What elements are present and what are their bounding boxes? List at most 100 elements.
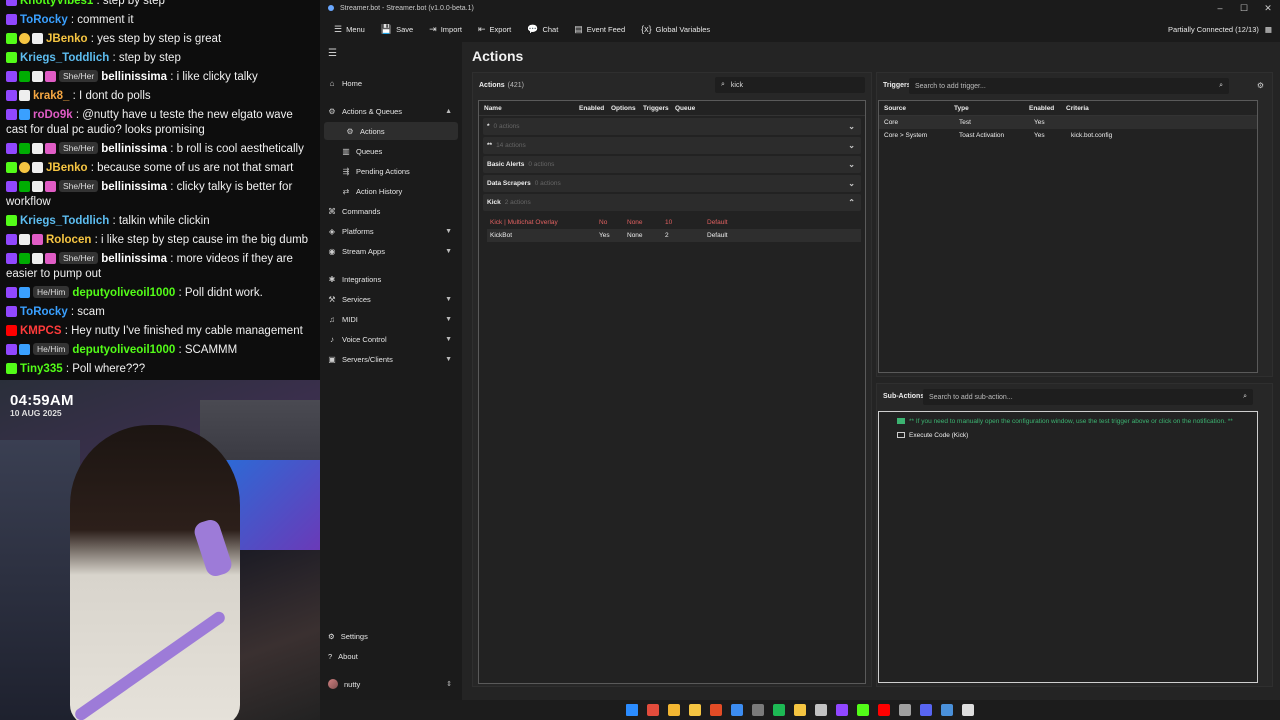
chat-feed: KnottyVibes1 : step by step ToRocky : com… <box>0 0 320 380</box>
taskbar-app-icon[interactable] <box>899 704 911 716</box>
col-queue[interactable]: Queue <box>675 105 715 112</box>
sidebar-item-midi[interactable]: ♫ MIDI ▼ <box>320 310 462 328</box>
taskbar-app-icon[interactable] <box>815 704 827 716</box>
taskbar-app-icon[interactable] <box>689 704 701 716</box>
chat-username[interactable]: roDo9k <box>33 109 73 121</box>
taskbar-app-icon[interactable] <box>647 704 659 716</box>
taskbar-app-icon[interactable] <box>941 704 953 716</box>
col-enabled[interactable]: Enabled <box>579 105 611 112</box>
sidebar-item-home[interactable]: ⌂ Home <box>320 74 462 92</box>
title-bar: Streamer.bot - Streamer.bot (v1.0.0-beta… <box>320 0 1280 16</box>
sidebar-item-stream-apps[interactable]: ◉ Stream Apps ▼ <box>320 242 462 260</box>
col-name[interactable]: Name <box>479 105 579 112</box>
chat-username[interactable]: Kriegs_Toddlich <box>20 52 109 64</box>
sidebar-item-pending-actions[interactable]: ⇶ Pending Actions <box>320 162 462 180</box>
trigger-row[interactable]: Core Test Yes <box>879 116 1257 129</box>
sidebar-item-voice-control[interactable]: ♪ Voice Control ▼ <box>320 330 462 348</box>
chat-username[interactable]: krak8_ <box>33 90 69 102</box>
sidebar-item-queues[interactable]: ▥ Queues <box>320 142 462 160</box>
chat-username[interactable]: bellinissima <box>101 181 167 193</box>
chat-username[interactable]: bellinissima <box>101 253 167 265</box>
taskbar-app-icon[interactable] <box>920 704 932 716</box>
minimize-button[interactable]: – <box>1208 3 1232 14</box>
badge-icon <box>6 90 17 101</box>
chat-username[interactable]: KMPCS <box>20 325 62 337</box>
sidebar-toggle-icon[interactable]: ☰ <box>328 48 337 59</box>
chat-username[interactable]: KnottyVibes1 <box>20 0 93 7</box>
table-row[interactable]: Kick | Multichat Overlay No None 10 Defa… <box>487 216 861 229</box>
sidebar-item-settings[interactable]: ⚙ Settings <box>320 627 462 645</box>
taskbar-app-icon[interactable] <box>710 704 722 716</box>
chevron-down-icon: ▼ <box>445 295 452 303</box>
settings-icon[interactable]: ⚙ <box>1257 81 1264 90</box>
taskbar-app-icon[interactable] <box>962 704 974 716</box>
trigger-search-input[interactable]: Search to add trigger... ⌕ <box>909 78 1229 94</box>
col-options[interactable]: Options <box>611 105 643 112</box>
connection-status[interactable]: Partially Connected (12/13) ▦ <box>1168 25 1280 34</box>
sidebar-item-services[interactable]: ⚒ Services ▼ <box>320 290 462 308</box>
sidebar-item-commands[interactable]: ⌘ Commands <box>320 202 462 220</box>
chat-username[interactable]: ToRocky <box>20 306 68 318</box>
sidebar-item-actions-queues[interactable]: ⚙ Actions & Queues ▲ <box>320 102 462 120</box>
chat-username[interactable]: Tiny335 <box>20 363 63 375</box>
chat-username[interactable]: JBenko <box>46 162 88 174</box>
sidebar-item-actions[interactable]: ⚙ Actions <box>324 122 458 140</box>
badge-icon <box>32 234 43 245</box>
taskbar-app-icon[interactable] <box>857 704 869 716</box>
sidebar-label: Actions & Queues <box>342 106 403 116</box>
save-button[interactable]: 💾 Save <box>373 16 421 42</box>
badge-icon <box>32 33 43 44</box>
taskbar-app-icon[interactable] <box>878 704 890 716</box>
subaction-comment[interactable]: ** If you need to manually open the conf… <box>879 414 1257 428</box>
taskbar-app-icon[interactable] <box>773 704 785 716</box>
chat-username[interactable]: ToRocky <box>20 14 68 26</box>
chat-button[interactable]: 💬 Chat <box>519 16 566 42</box>
col-type[interactable]: Type <box>954 105 1029 112</box>
user-profile[interactable]: nutty ⇕ <box>320 675 462 693</box>
event-feed-icon: ▤ <box>574 23 583 34</box>
sidebar-item-servers-clients[interactable]: ▣ Servers/Clients ▼ <box>320 350 462 368</box>
table-row-selected[interactable]: KickBot Yes None 2 Default <box>487 229 861 242</box>
chat-username[interactable]: bellinissima <box>101 71 167 83</box>
chat-username[interactable]: deputyoliveoil1000 <box>72 344 175 356</box>
maximize-button[interactable]: ☐ <box>1232 3 1256 14</box>
taskbar-app-icon[interactable] <box>752 704 764 716</box>
chat-username[interactable]: bellinissima <box>101 143 167 155</box>
group-row-kick[interactable]: Kick 2 actions ⌃ <box>483 194 861 211</box>
sidebar-item-platforms[interactable]: ◈ Platforms ▼ <box>320 222 462 240</box>
taskbar-app-icon[interactable] <box>794 704 806 716</box>
trigger-row[interactable]: Core > System Toast Activation Yes kick.… <box>879 129 1257 142</box>
group-row[interactable]: ** 14 actions ⌄ <box>483 137 861 154</box>
group-row[interactable]: * 0 actions ⌄ <box>483 118 861 135</box>
menu-button[interactable]: ☰ Menu <box>326 16 373 42</box>
col-source[interactable]: Source <box>879 105 954 112</box>
group-row[interactable]: Basic Alerts 0 actions ⌄ <box>483 156 861 173</box>
taskbar-app-icon[interactable] <box>626 704 638 716</box>
event-feed-button[interactable]: ▤ Event Feed <box>566 16 633 42</box>
close-button[interactable]: ✕ <box>1256 3 1280 14</box>
group-row[interactable]: Data Scrapers 0 actions ⌄ <box>483 175 861 192</box>
col-enabled[interactable]: Enabled <box>1029 105 1066 112</box>
taskbar-app-icon[interactable] <box>731 704 743 716</box>
sidebar-item-action-history[interactable]: ⇄ Action History <box>320 182 462 200</box>
export-button[interactable]: ⇤ Export <box>470 16 519 42</box>
cell-criteria: kick.bot.config <box>1071 132 1113 139</box>
chat-username[interactable]: deputyoliveoil1000 <box>72 287 175 299</box>
global-variables-label: Global Variables <box>655 24 711 34</box>
cell-source: Core > System <box>884 132 928 139</box>
col-criteria[interactable]: Criteria <box>1066 105 1146 112</box>
subaction-item[interactable]: Execute Code (Kick) <box>879 428 1257 442</box>
chat-username[interactable]: JBenko <box>46 33 88 45</box>
chat-username[interactable]: Rolocen <box>46 234 91 246</box>
sidebar-item-integrations[interactable]: ✱ Integrations <box>320 270 462 288</box>
global-variables-button[interactable]: {x} Global Variables <box>633 16 718 42</box>
col-triggers[interactable]: Triggers <box>643 105 675 112</box>
taskbar-app-icon[interactable] <box>668 704 680 716</box>
sidebar-item-about[interactable]: ? About <box>320 647 462 665</box>
actions-search-input[interactable]: ⌕ kick <box>715 77 865 93</box>
taskbar-app-icon[interactable] <box>836 704 848 716</box>
chat-username[interactable]: Kriegs_Toddlich <box>20 215 109 227</box>
subaction-search-input[interactable]: Search to add sub-action... ⌕ <box>923 389 1253 405</box>
import-button[interactable]: ⇥ Import <box>421 16 470 42</box>
chevron-down-icon: ⌄ <box>848 160 855 169</box>
